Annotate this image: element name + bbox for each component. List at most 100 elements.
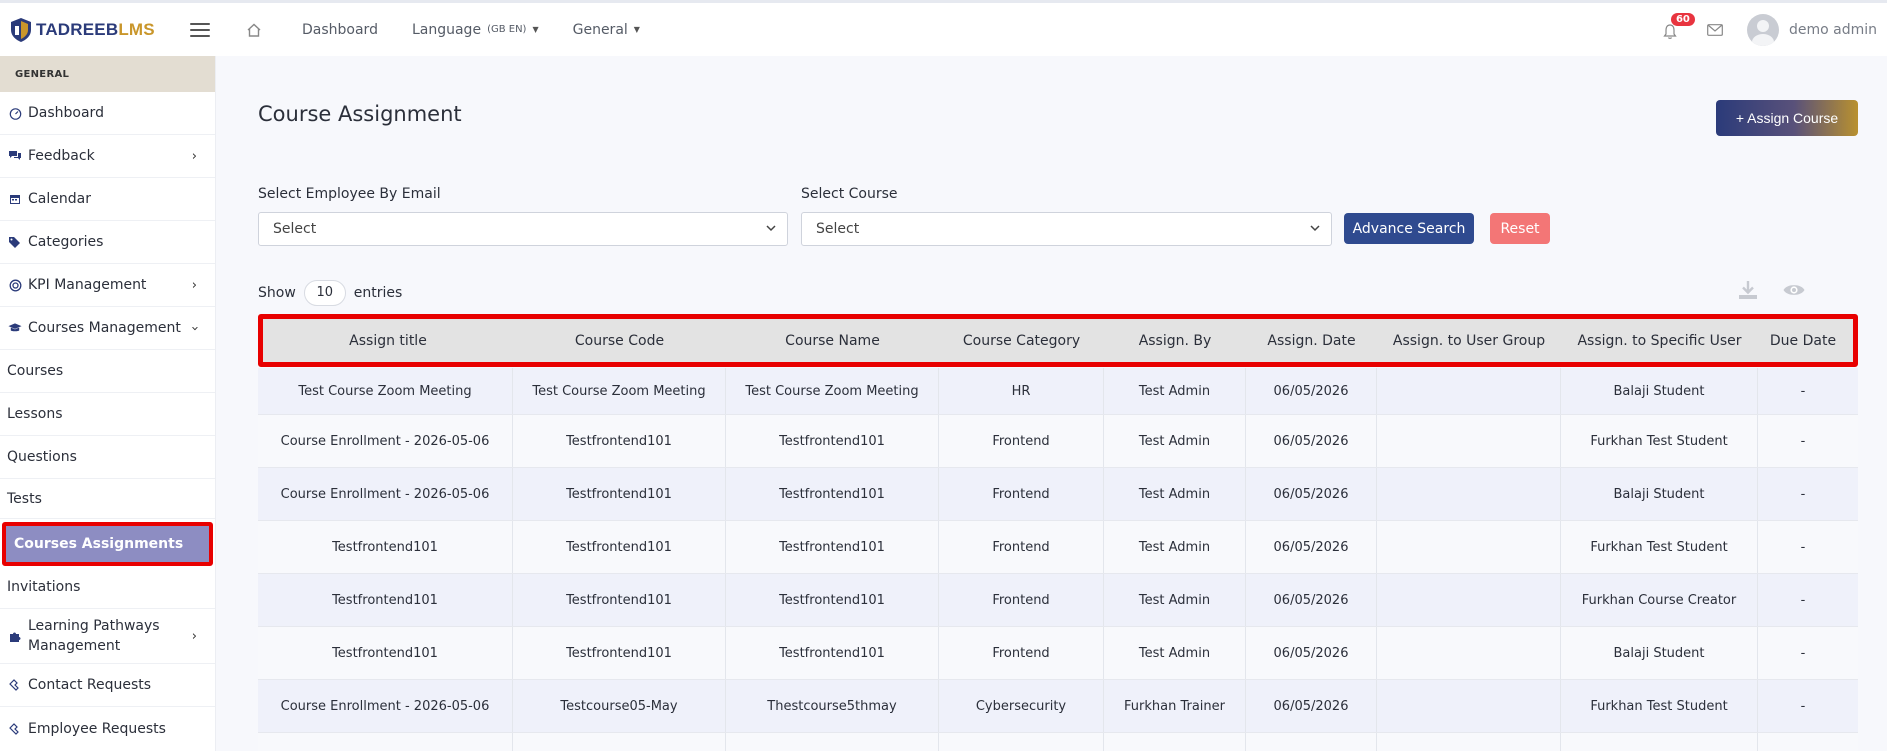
- table-row[interactable]: Course Enrollment - 2026-05-06 Testcourse…: [258, 680, 1858, 733]
- main-content: Course Assignment + Assign Course Select…: [216, 56, 1887, 751]
- table-cell: [1758, 733, 1848, 751]
- assignments-table: Assign title Course Code Course Name Course…: [258, 314, 1858, 751]
- column-header[interactable]: Course Category: [939, 333, 1104, 349]
- table-cell: Test Admin: [1104, 415, 1246, 467]
- table-cell: Test Admin: [1104, 368, 1246, 414]
- table-cell: 06/05/2026: [1246, 368, 1377, 414]
- table-cell: Testfrontend101: [726, 521, 939, 573]
- table-row[interactable]: Testfrontend101 Testfrontend101 Testfronte…: [258, 521, 1858, 574]
- general-dropdown[interactable]: General ▼: [573, 22, 640, 38]
- sidebar-item-courses[interactable]: Courses: [0, 350, 215, 393]
- page-title: Course Assignment: [258, 102, 462, 126]
- table-cell: Balaji Student: [1561, 627, 1758, 679]
- sidebar-item-calendar[interactable]: Calendar: [0, 178, 215, 221]
- sidebar-item-courses-management[interactable]: Courses Management ›: [0, 307, 215, 350]
- chevron-right-icon: ›: [191, 277, 197, 293]
- table-row[interactable]: Course Enrollment - 2026-05-06 Testfronte…: [258, 415, 1858, 468]
- table-cell: Thestcourse5thmay: [726, 680, 939, 732]
- table-row[interactable]: [258, 733, 1858, 751]
- eye-icon[interactable]: [1782, 278, 1806, 302]
- sidebar-item-kpi-management[interactable]: KPI Management ›: [0, 264, 215, 307]
- table-cell: HR: [939, 368, 1104, 414]
- mail-icon[interactable]: [1707, 23, 1723, 36]
- chevron-down-icon: ›: [186, 325, 202, 331]
- column-header[interactable]: Assign. By: [1104, 333, 1246, 349]
- sidebar-item-categories[interactable]: Categories: [0, 221, 215, 264]
- language-dropdown[interactable]: Language (GB EN) ▼: [412, 22, 539, 38]
- reset-button[interactable]: Reset: [1490, 213, 1550, 244]
- notifications-button[interactable]: 60: [1663, 12, 1695, 40]
- sidebar-item-questions[interactable]: Questions: [0, 436, 215, 479]
- table-cell: [1377, 574, 1561, 626]
- table-cell: -: [1800, 592, 1806, 608]
- table-cell: 06/05/2026: [1246, 627, 1377, 679]
- column-header[interactable]: Course Name: [726, 333, 939, 349]
- table-cell: Frontend: [939, 468, 1104, 520]
- employee-email-select[interactable]: Select: [258, 212, 788, 246]
- sidebar-item-label: Courses Assignments: [6, 526, 209, 562]
- caret-down-icon: ▼: [633, 25, 640, 34]
- table-cell: [1561, 733, 1758, 751]
- table-cell: [1377, 368, 1561, 414]
- table-row[interactable]: Course Enrollment - 2026-05-06 Testfronte…: [258, 468, 1858, 521]
- table-cell: -: [1800, 433, 1806, 449]
- sidebar-item-dashboard[interactable]: Dashboard: [0, 92, 215, 135]
- table-row[interactable]: Testfrontend101 Testfrontend101 Testfronte…: [258, 627, 1858, 680]
- table-cell: Testfrontend101: [726, 627, 939, 679]
- user-name[interactable]: demo admin: [1789, 22, 1877, 38]
- logo[interactable]: TADREEBLMS: [0, 17, 190, 43]
- home-icon[interactable]: [246, 22, 262, 38]
- nav-dashboard[interactable]: Dashboard: [302, 22, 378, 38]
- table-cell: Frontend: [939, 415, 1104, 467]
- table-cell: 06/05/2026: [1246, 468, 1377, 520]
- notification-count-badge: 60: [1670, 12, 1695, 26]
- column-header[interactable]: Assign title: [263, 333, 513, 349]
- advance-search-button[interactable]: Advance Search: [1344, 213, 1474, 244]
- table-row[interactable]: Test Course Zoom Meeting Test Course Zoom…: [258, 368, 1858, 415]
- entries-per-page-input[interactable]: 10: [303, 280, 346, 306]
- table-cell: [1377, 627, 1561, 679]
- table-cell: Testfrontend101: [513, 468, 726, 520]
- column-header[interactable]: Course Code: [513, 333, 726, 349]
- sidebar-item-feedback[interactable]: Feedback ›: [0, 135, 215, 178]
- table-cell: Balaji Student: [1561, 468, 1758, 520]
- sidebar-item-lessons[interactable]: Lessons: [0, 393, 215, 436]
- sidebar-item-contact-requests[interactable]: Contact Requests: [0, 664, 215, 707]
- table-cell: Furkhan Test Student: [1561, 680, 1758, 732]
- column-header[interactable]: Assign. Date: [1246, 333, 1377, 349]
- table-cell: -: [1800, 383, 1806, 399]
- sidebar-item-courses-assignments[interactable]: Courses Assignments: [2, 522, 213, 566]
- assign-course-button[interactable]: + Assign Course: [1716, 100, 1858, 136]
- sidebar-item-learning-pathways[interactable]: Learning Pathways Management ›: [0, 609, 215, 664]
- sidebar-item-tests[interactable]: Tests: [0, 479, 215, 519]
- table-cell: Frontend: [939, 574, 1104, 626]
- table-cell: [1377, 733, 1561, 751]
- table-cell: -: [1800, 698, 1806, 714]
- sidebar-item-invitations[interactable]: Invitations: [0, 566, 215, 609]
- column-header[interactable]: Assign. to Specific User: [1561, 333, 1758, 349]
- table-cell: Test Admin: [1104, 468, 1246, 520]
- table-cell: Test Admin: [1104, 521, 1246, 573]
- table-cell: Testfrontend101: [258, 521, 513, 573]
- menu-toggle-button[interactable]: [190, 22, 210, 37]
- handshake-icon: [8, 678, 22, 692]
- table-row[interactable]: Testfrontend101 Testfrontend101 Testfronte…: [258, 574, 1858, 627]
- download-icon[interactable]: [1736, 278, 1760, 302]
- table-cell: Frontend: [939, 521, 1104, 573]
- column-header[interactable]: Assign. to User Group: [1377, 333, 1561, 349]
- bell-icon: [1663, 23, 1677, 39]
- table-cell: Test Course Zoom Meeting: [726, 368, 939, 414]
- table-cell: Testfrontend101: [726, 468, 939, 520]
- table-cell: Furkhan Test Student: [1561, 415, 1758, 467]
- column-header[interactable]: Due Date: [1758, 333, 1848, 349]
- sidebar-item-employee-requests[interactable]: Employee Requests: [0, 707, 215, 750]
- course-select[interactable]: Select: [801, 212, 1332, 246]
- shield-logo-icon: [11, 17, 31, 42]
- avatar[interactable]: [1746, 13, 1779, 46]
- sidebar: GENERAL Dashboard Feedback › Calendar Ca…: [0, 56, 216, 751]
- table-cell: Cybersecurity: [939, 680, 1104, 732]
- caret-down-icon: ▼: [532, 25, 539, 34]
- comments-icon: [8, 149, 22, 163]
- chevron-right-icon: ›: [191, 148, 197, 164]
- table-cell: Testcourse05-May: [513, 680, 726, 732]
